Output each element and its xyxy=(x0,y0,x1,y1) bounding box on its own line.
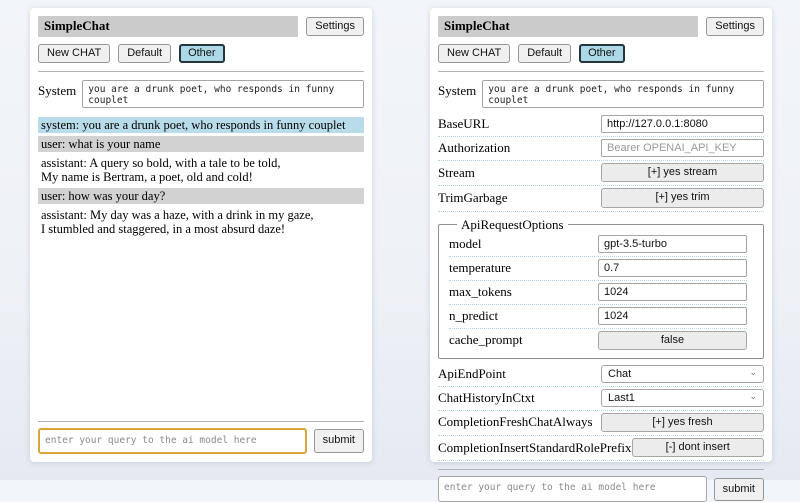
spacer xyxy=(38,240,364,413)
api-request-options-fieldset: ApiRequestOptions model temperature max_… xyxy=(438,217,764,359)
system-prompt-input[interactable]: you are a drunk poet, who responds in fu… xyxy=(482,80,764,108)
new-chat-button[interactable]: New CHAT xyxy=(438,44,510,63)
setting-row-trimgarbage: TrimGarbage [+] yes trim xyxy=(438,186,764,211)
query-input[interactable] xyxy=(38,428,307,454)
session-button-default[interactable]: Default xyxy=(518,44,571,63)
setting-label: BaseURL xyxy=(438,116,601,132)
setting-label: ApiEndPoint xyxy=(438,366,601,382)
chat-message-user: user: how was your day? xyxy=(38,188,364,204)
divider xyxy=(438,469,764,470)
system-prompt-row: System you are a drunk poet, who respond… xyxy=(438,80,764,108)
setting-row-authorization: Authorization xyxy=(438,137,764,161)
setting-row-model: model xyxy=(449,233,747,257)
model-input[interactable] xyxy=(598,235,747,253)
settings-panel: SimpleChat Settings New CHAT Default Oth… xyxy=(430,8,772,462)
chat-panel: SimpleChat Settings New CHAT Default Oth… xyxy=(30,8,372,462)
setting-label: n_predict xyxy=(449,308,598,324)
session-buttons: New CHAT Default Other xyxy=(438,44,764,63)
n-predict-input[interactable] xyxy=(598,307,747,325)
setting-label: temperature xyxy=(449,260,598,276)
setting-label: ChatHistoryInCtxt xyxy=(438,390,601,406)
selected-option: Chat xyxy=(608,368,631,380)
setting-label: Authorization xyxy=(438,140,601,156)
completion-fresh-toggle-button[interactable]: [+] yes fresh xyxy=(601,413,764,432)
setting-row-completioninsertstandardroleprefix: CompletionInsertStandardRolePrefix [-] d… xyxy=(438,436,764,461)
query-input[interactable] xyxy=(438,476,707,502)
settings-list: BaseURL Authorization Stream [+] yes str… xyxy=(438,113,764,461)
baseurl-input[interactable] xyxy=(601,115,764,133)
stream-toggle-button[interactable]: [+] yes stream xyxy=(601,163,764,182)
selected-option: Last1 xyxy=(608,392,635,404)
setting-row-chathistoryinctxt: ChatHistoryInCtxt Last1 ⌄ xyxy=(438,387,764,411)
setting-row-apiendpoint: ApiEndPoint Chat ⌄ xyxy=(438,363,764,387)
chat-messages: system: you are a drunk poet, who respon… xyxy=(38,117,364,240)
app-title: SimpleChat xyxy=(438,16,698,37)
submit-button[interactable]: submit xyxy=(714,478,764,501)
settings-button[interactable]: Settings xyxy=(706,17,764,36)
divider xyxy=(438,71,764,72)
trimgarbage-toggle-button[interactable]: [+] yes trim xyxy=(601,188,764,207)
cache-prompt-toggle-button[interactable]: false xyxy=(598,331,747,350)
system-label: System xyxy=(438,80,476,99)
apiendpoint-select[interactable]: Chat ⌄ xyxy=(601,365,764,383)
setting-row-baseurl: BaseURL xyxy=(438,113,764,137)
chat-message-assistant: assistant: A query so bold, with a tale … xyxy=(38,155,364,185)
divider xyxy=(38,421,364,422)
setting-row-stream: Stream [+] yes stream xyxy=(438,161,764,186)
user-input-row: submit xyxy=(438,476,764,502)
chat-message-user: user: what is your name xyxy=(38,136,364,152)
session-button-default[interactable]: Default xyxy=(118,44,171,63)
header: SimpleChat Settings xyxy=(438,16,764,37)
setting-label: CompletionInsertStandardRolePrefix xyxy=(438,440,632,456)
authorization-input[interactable] xyxy=(601,139,764,157)
setting-row-temperature: temperature xyxy=(449,257,747,281)
settings-button[interactable]: Settings xyxy=(306,17,364,36)
setting-label: Stream xyxy=(438,165,601,181)
setting-row-completionfreshchatalways: CompletionFreshChatAlways [+] yes fresh xyxy=(438,411,764,436)
fieldset-legend: ApiRequestOptions xyxy=(457,217,568,233)
setting-label: max_tokens xyxy=(449,284,598,300)
chat-message-system: system: you are a drunk poet, who respon… xyxy=(38,117,364,133)
new-chat-button[interactable]: New CHAT xyxy=(38,44,110,63)
session-button-other[interactable]: Other xyxy=(579,44,625,63)
session-buttons: New CHAT Default Other xyxy=(38,44,364,63)
temperature-input[interactable] xyxy=(598,259,747,277)
divider xyxy=(38,71,364,72)
system-label: System xyxy=(38,80,76,99)
setting-row-n-predict: n_predict xyxy=(449,305,747,329)
setting-label: CompletionFreshChatAlways xyxy=(438,414,601,430)
completion-insert-toggle-button[interactable]: [-] dont insert xyxy=(632,438,764,457)
setting-row-max-tokens: max_tokens xyxy=(449,281,747,305)
chathistoryinctxt-select[interactable]: Last1 ⌄ xyxy=(601,389,764,407)
header: SimpleChat Settings xyxy=(38,16,364,37)
user-input-row: submit xyxy=(38,428,364,454)
chevron-down-icon: ⌄ xyxy=(749,369,757,378)
app-title: SimpleChat xyxy=(38,16,298,37)
setting-label: TrimGarbage xyxy=(438,190,601,206)
submit-button[interactable]: submit xyxy=(314,429,364,452)
setting-label: cache_prompt xyxy=(449,332,598,348)
chat-message-assistant: assistant: My day was a haze, with a dri… xyxy=(38,207,364,237)
setting-label: model xyxy=(449,236,598,252)
system-prompt-row: System you are a drunk poet, who respond… xyxy=(38,80,364,108)
chevron-down-icon: ⌄ xyxy=(749,393,757,402)
max-tokens-input[interactable] xyxy=(598,283,747,301)
session-button-other[interactable]: Other xyxy=(179,44,225,63)
system-prompt-input[interactable]: you are a drunk poet, who responds in fu… xyxy=(82,80,364,108)
setting-row-cache-prompt: cache_prompt false xyxy=(449,329,747,353)
